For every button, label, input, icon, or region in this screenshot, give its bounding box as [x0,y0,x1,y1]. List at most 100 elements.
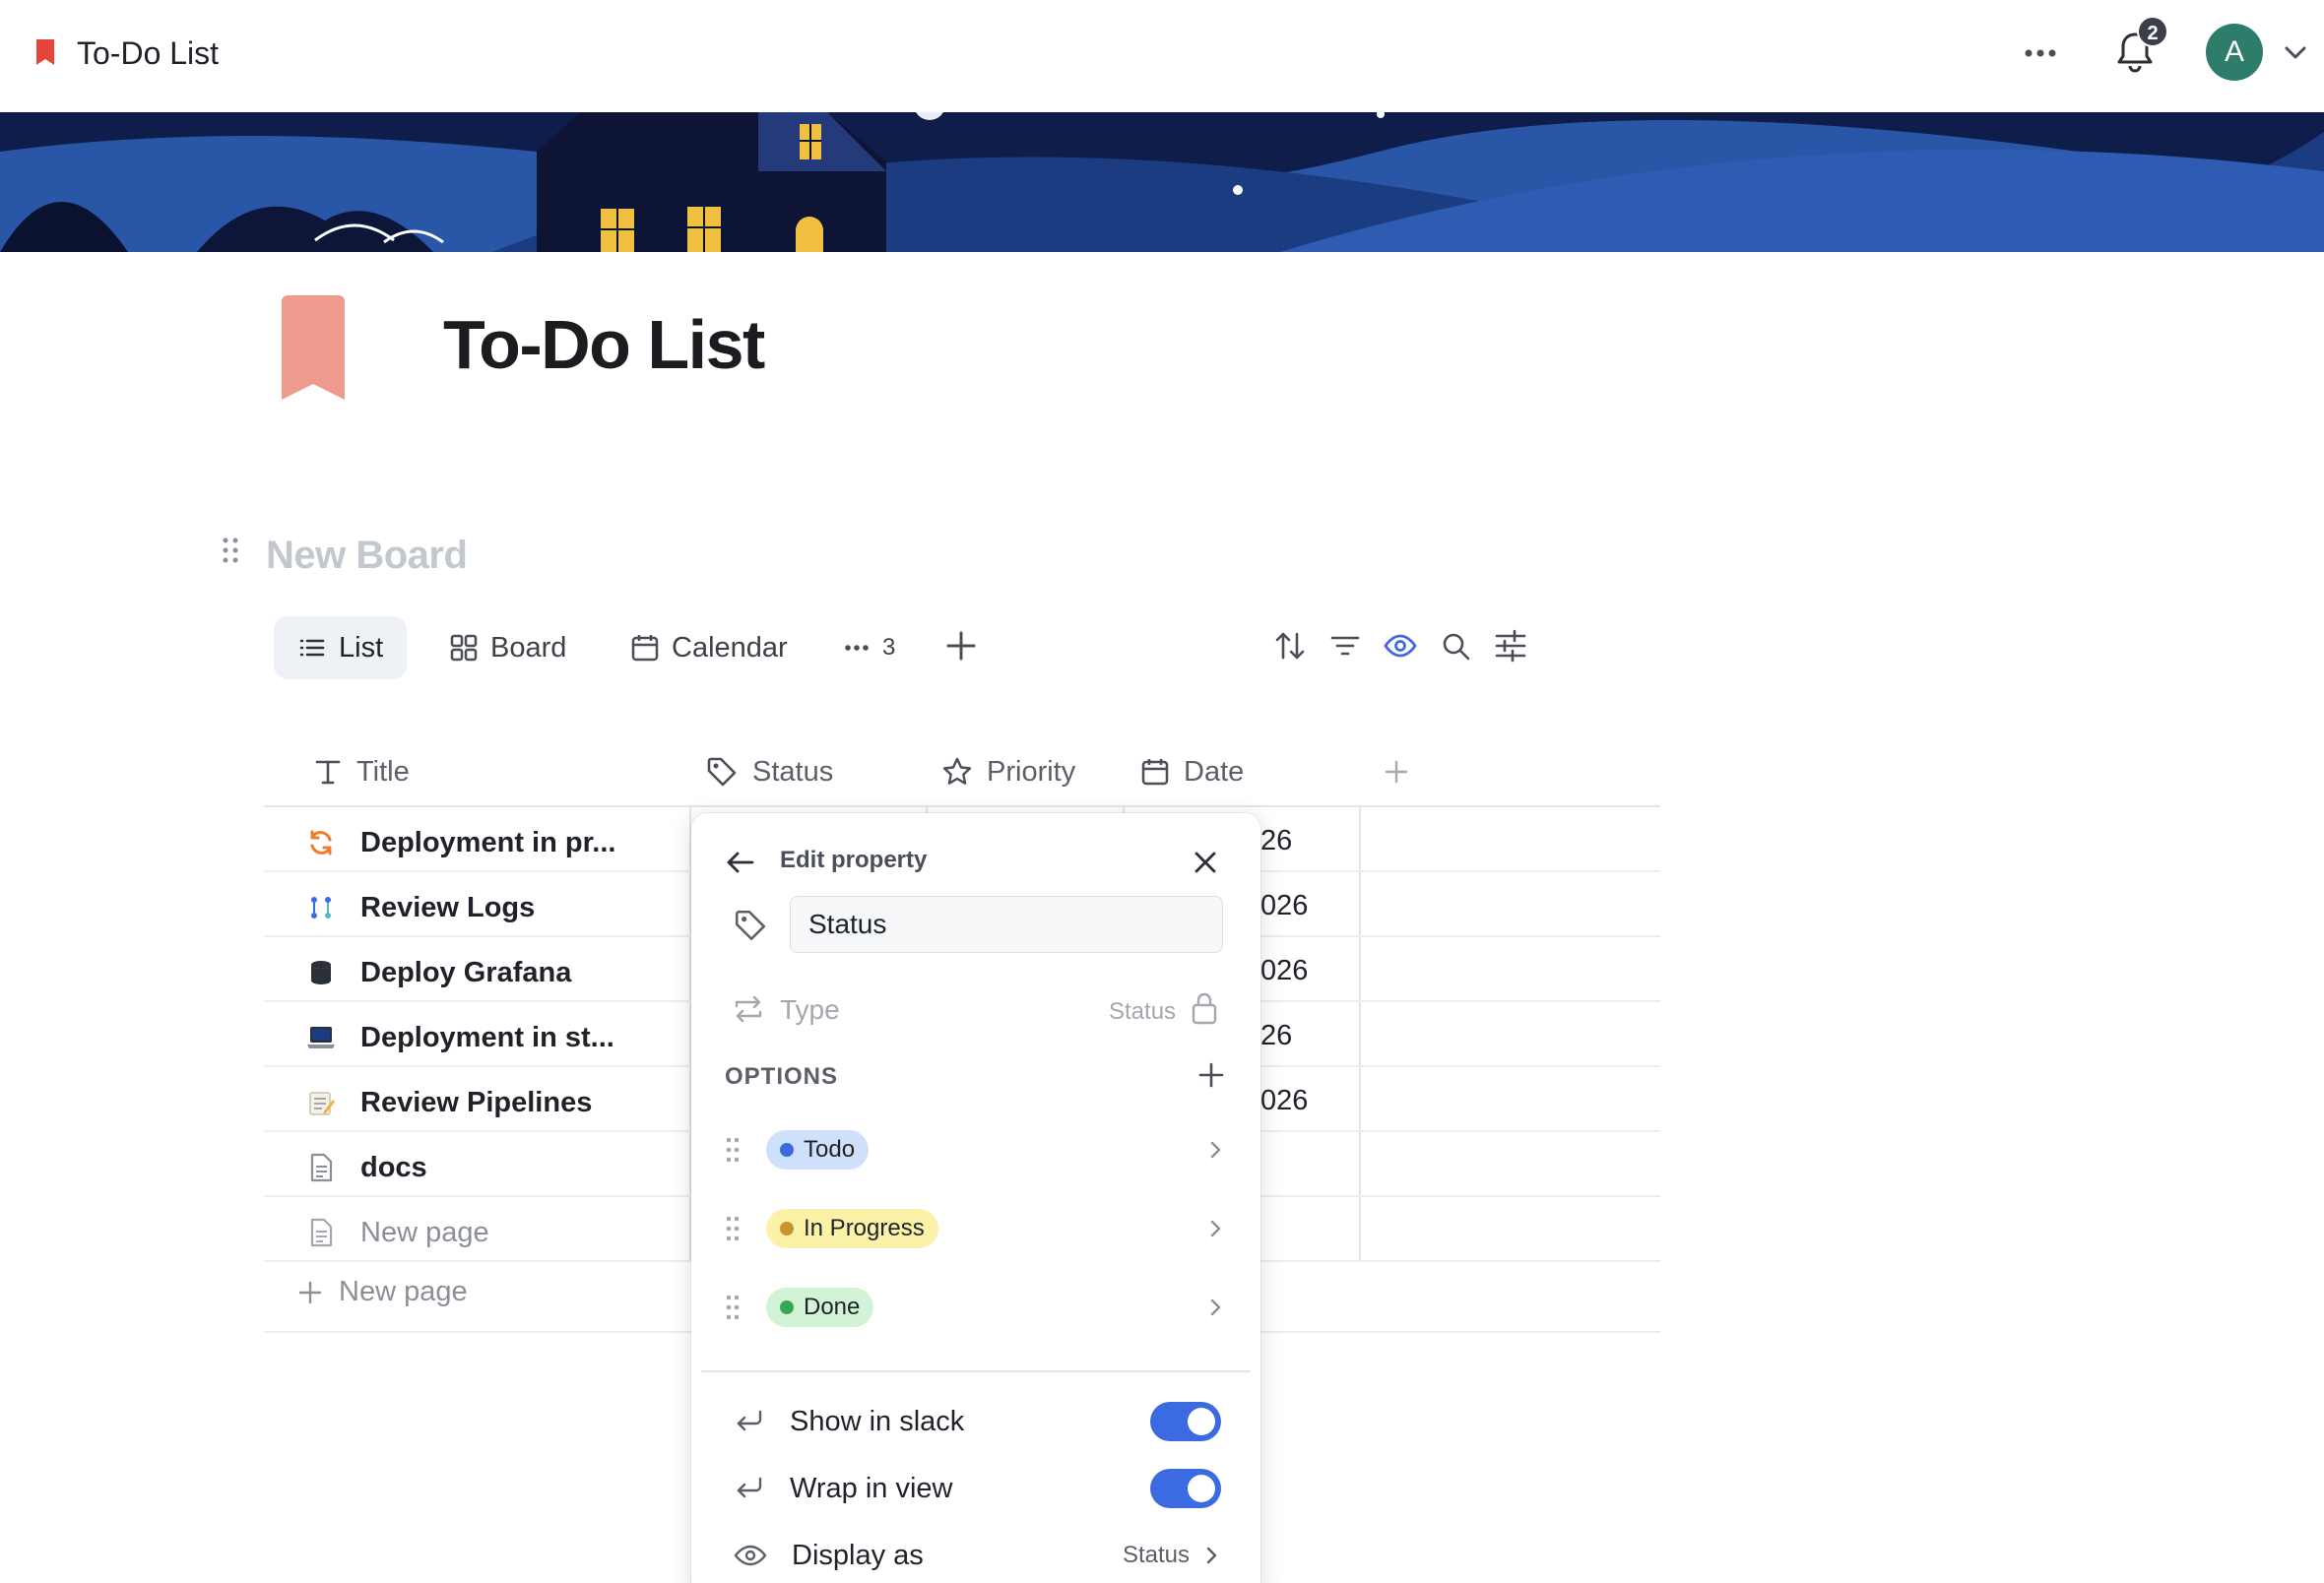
sort-icon[interactable] [1272,628,1308,664]
search-icon[interactable] [1438,628,1473,664]
avatar[interactable]: A [2206,24,2263,81]
wrap-in-view-toggle[interactable] [1150,1469,1221,1508]
status-dot [780,1300,794,1314]
return-arrow-icon [737,1410,762,1431]
date-cell[interactable]: 26 [1260,1020,1292,1052]
drag-handle-icon[interactable] [725,1294,741,1321]
filter-icon[interactable] [1327,628,1363,664]
setting-label: Show in slack [790,1405,965,1437]
tab-list[interactable]: List [274,616,408,679]
status-dot [780,1222,794,1235]
display-as-select[interactable]: Status [1123,1542,1221,1569]
refresh-icon [305,827,337,858]
type-value: Status [1109,998,1177,1025]
table-row[interactable]: Deploy Grafana [305,953,571,992]
board-grid-icon [450,634,478,662]
new-page-button[interactable]: New page [297,1276,468,1308]
chevron-right-icon[interactable] [1203,1296,1227,1319]
setting-show-in-slack[interactable]: Show in slack [733,1400,1221,1443]
page-bookmark-icon[interactable] [278,295,349,400]
return-arrow-icon [737,1477,762,1498]
option-row-done[interactable]: Done [725,1288,1227,1327]
table-row[interactable]: Review Logs [305,888,535,927]
tab-label: List [339,631,384,664]
column-label: Priority [987,755,1076,788]
popup-divider [701,1370,1251,1372]
status-pill: Done [766,1288,874,1327]
git-branch-icon [305,892,337,923]
row-title: Deployment in pr... [360,826,616,858]
board-title[interactable]: New Board [266,532,468,579]
page-title[interactable]: To-Do List [443,305,765,384]
column-label: Title [356,755,410,788]
row-title: docs [360,1151,427,1183]
option-row-todo[interactable]: Todo [725,1130,1227,1170]
table-row[interactable]: docs [305,1148,427,1187]
arrow-left-icon[interactable] [723,845,758,880]
tab-calendar[interactable]: Calendar [630,616,788,679]
more-options-icon[interactable] [2021,37,2060,69]
table-row[interactable]: Deployment in pr... [305,823,615,862]
eye-icon[interactable] [1383,628,1418,664]
plus-icon [298,1281,322,1303]
calendar-icon [631,635,659,662]
row-title: Review Pipelines [360,1086,593,1118]
row-title: Deploy Grafana [360,956,572,988]
setting-label: Display as [792,1539,924,1571]
row-title: Deployment in st... [360,1021,614,1053]
close-icon[interactable] [1188,845,1223,880]
setting-label: Wrap in view [790,1472,953,1504]
add-option-icon[interactable] [1195,1059,1227,1091]
column-status[interactable]: Status [705,748,833,795]
drag-handle-icon[interactable] [725,1136,741,1164]
column-date[interactable]: Date [1140,748,1244,795]
chevron-right-icon[interactable] [1203,1138,1227,1162]
date-cell[interactable]: 026 [1260,890,1308,922]
display-as-value: Status [1122,1542,1190,1568]
table-row[interactable]: New page [305,1213,489,1252]
settings-sliders-icon[interactable] [1493,628,1528,664]
column-priority[interactable]: Priority [941,748,1075,795]
more-views-count: 3 [882,634,896,661]
row-title: Review Logs [360,891,536,923]
edit-property-popup: Edit property Status Type Status OPTIONS… [691,813,1260,1583]
show-in-slack-toggle[interactable] [1150,1402,1221,1441]
option-label: Todo [804,1136,856,1163]
tab-label: Board [490,631,567,664]
column-label: Status [752,755,834,788]
drag-handle-icon[interactable] [221,536,240,565]
tab-label: Calendar [672,631,788,664]
setting-display-as[interactable]: Display as Status [733,1534,1221,1577]
status-pill: In Progress [766,1209,938,1248]
property-name-input[interactable]: Status [790,896,1223,953]
more-views-button[interactable]: 3 [843,616,895,679]
option-row-in-progress[interactable]: In Progress [725,1209,1227,1248]
setting-wrap-in-view[interactable]: Wrap in view [733,1467,1221,1510]
date-cell[interactable]: 26 [1260,825,1292,857]
memo-icon [305,1087,337,1118]
option-label: Done [804,1294,861,1320]
date-cell[interactable]: 026 [1260,1085,1308,1117]
add-view-icon[interactable] [943,628,979,664]
popup-title: Edit property [780,847,928,873]
add-column-icon[interactable] [1383,758,1410,786]
chevron-down-icon[interactable] [2281,39,2310,65]
calendar-icon [1141,759,1169,786]
tab-board[interactable]: Board [449,616,566,679]
table-row[interactable]: Review Pipelines [305,1083,592,1122]
new-page-label: New page [339,1276,468,1307]
repeat-icon [735,995,762,1023]
column-title[interactable]: Title [313,748,410,795]
chevron-right-icon [1206,1547,1217,1564]
document-icon [305,1152,337,1183]
option-label: In Progress [804,1215,925,1241]
drag-handle-icon[interactable] [725,1215,741,1242]
date-cell[interactable]: 026 [1260,955,1308,987]
cover-banner[interactable] [0,112,2324,252]
chevron-right-icon[interactable] [1203,1217,1227,1240]
row-title: New page [360,1216,489,1248]
more-icon [845,645,869,651]
top-bar: To-Do List 2 A [0,0,2324,112]
app-title: To-Do List [77,35,220,71]
table-row[interactable]: Deployment in st... [305,1018,614,1057]
